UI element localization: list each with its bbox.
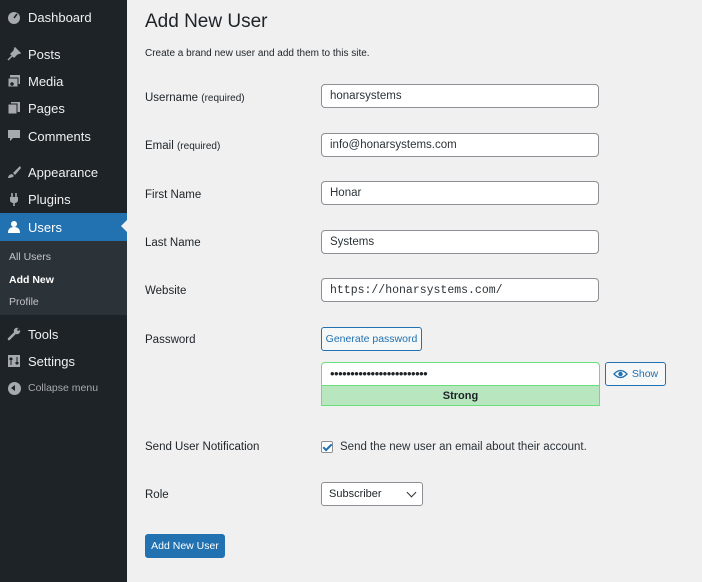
password-field[interactable]: •••••••••••••••••••••••• [321, 362, 600, 386]
email-label: Email (required) [145, 140, 220, 152]
first-name-field[interactable] [321, 181, 599, 205]
send-notification-text[interactable]: Send the new user an email about their a… [340, 441, 587, 453]
sidebar-item-posts[interactable]: Posts [0, 41, 127, 67]
role-select-value: Subscriber [329, 488, 382, 500]
wrench-icon [7, 327, 21, 341]
sidebar-item-label: Appearance [28, 164, 99, 180]
required-note: (required) [201, 93, 245, 104]
sidebar-item-settings[interactable]: Settings [0, 348, 127, 374]
first-name-label: First Name [145, 189, 202, 201]
plug-icon [7, 192, 21, 206]
admin-sidebar: Dashboard Posts Media Pages Comments App… [0, 0, 127, 582]
settings-icon [7, 354, 21, 368]
media-icon [7, 74, 21, 88]
user-icon [7, 220, 21, 234]
dashboard-icon [7, 10, 21, 24]
show-password-label: Show [631, 368, 659, 380]
page-description: Create a brand new user and add them to … [145, 48, 370, 59]
sidebar-item-users[interactable]: Users [0, 213, 127, 241]
pin-icon [7, 47, 21, 61]
sidebar-item-appearance[interactable]: Appearance [0, 159, 127, 185]
users-submenu: All Users Add New Profile [0, 241, 127, 315]
pages-icon [7, 101, 21, 115]
required-note: (required) [176, 141, 221, 152]
brush-icon [7, 165, 21, 179]
sidebar-item-label: Plugins [28, 191, 71, 207]
sidebar-item-label: Pages [28, 100, 65, 116]
comment-icon [7, 129, 21, 143]
sidebar-item-label: Users [28, 219, 62, 235]
website-field[interactable] [321, 278, 599, 302]
username-label-text: Username [145, 92, 199, 104]
sidebar-item-comments[interactable]: Comments [0, 123, 127, 149]
role-label: Role [145, 489, 169, 501]
sidebar-item-label: Settings [28, 353, 75, 369]
notification-label: Send User Notification [145, 441, 260, 453]
sidebar-item-tools[interactable]: Tools [0, 321, 127, 347]
password-strength-meter: Strong [321, 386, 600, 406]
collapse-menu-button[interactable]: Collapse menu [0, 378, 127, 398]
website-label: Website [145, 285, 187, 297]
role-select[interactable]: Subscriber [321, 482, 423, 506]
submenu-item-all-users[interactable]: All Users [9, 251, 51, 263]
email-label-text: Email [145, 140, 174, 152]
sidebar-item-label: Comments [28, 128, 91, 144]
last-name-label: Last Name [145, 237, 201, 249]
sidebar-item-media[interactable]: Media [0, 68, 127, 94]
add-new-user-button[interactable]: Add New User [145, 534, 225, 558]
sidebar-item-label: Media [28, 73, 64, 89]
sidebar-item-label: Posts [28, 46, 61, 62]
sidebar-item-plugins[interactable]: Plugins [0, 186, 127, 212]
sidebar-item-pages[interactable]: Pages [0, 95, 127, 121]
sidebar-item-label: Dashboard [28, 9, 92, 25]
sidebar-item-label: Tools [28, 326, 59, 342]
password-label: Password [145, 334, 196, 346]
show-password-button[interactable]: Show [605, 362, 666, 386]
submenu-item-add-new[interactable]: Add New [9, 274, 54, 286]
collapse-icon [8, 381, 21, 395]
sidebar-item-dashboard[interactable]: Dashboard [0, 4, 127, 30]
submenu-item-profile[interactable]: Profile [9, 296, 39, 308]
generate-password-button[interactable]: Generate password [321, 327, 422, 351]
page-title: Add New User [145, 11, 268, 32]
send-notification-checkbox[interactable] [321, 441, 333, 453]
username-field[interactable] [321, 84, 599, 108]
eye-icon [612, 369, 628, 379]
last-name-field[interactable] [321, 230, 599, 254]
chevron-down-icon [406, 487, 417, 498]
active-indicator [121, 220, 127, 232]
username-label: Username (required) [145, 92, 245, 104]
collapse-menu-label: Collapse menu [28, 382, 99, 394]
email-field[interactable] [321, 133, 599, 157]
